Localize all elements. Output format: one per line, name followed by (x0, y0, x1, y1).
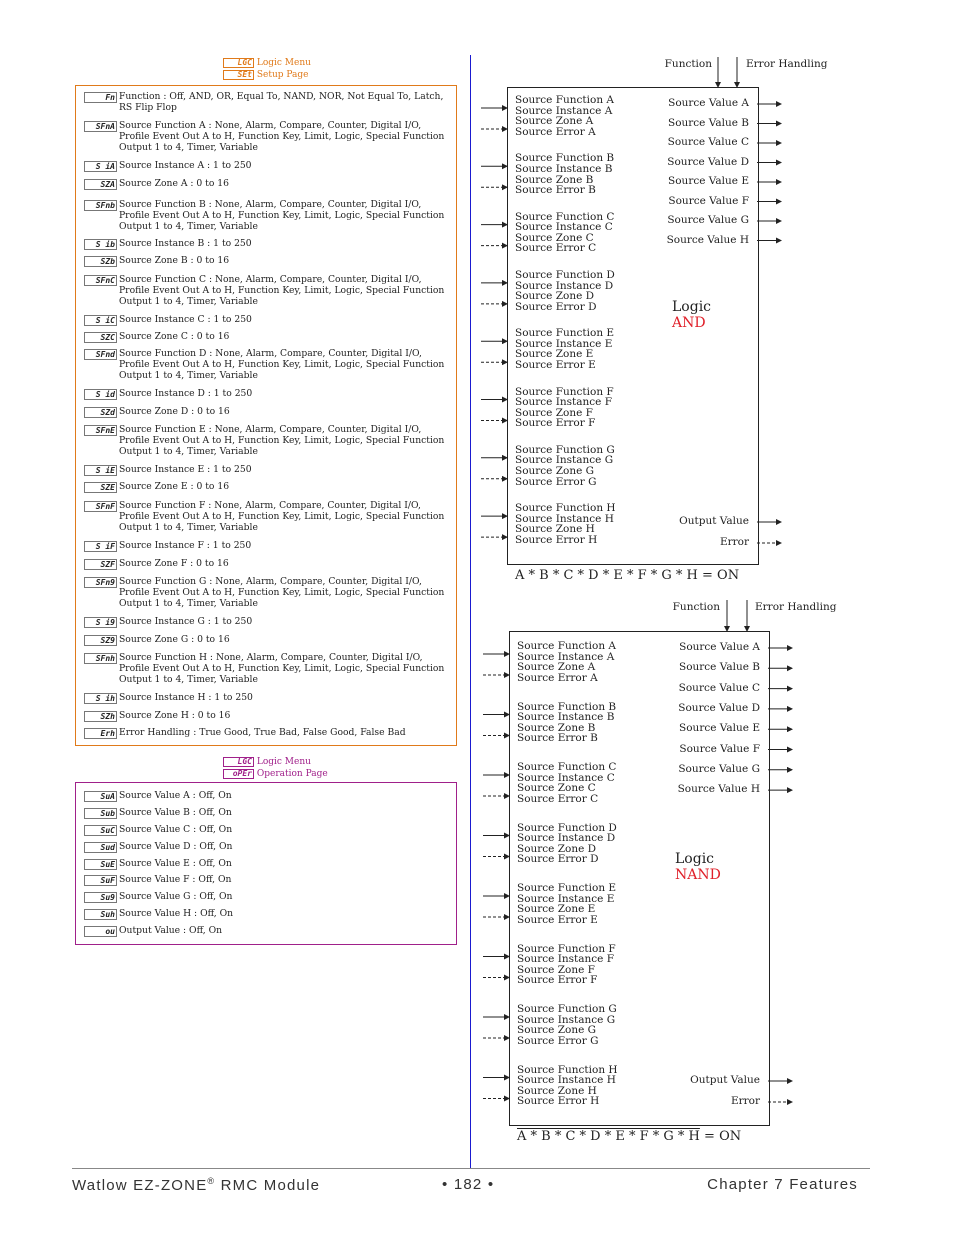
connector-arrows (483, 600, 793, 1105)
product-suffix: RMC Module (215, 1177, 321, 1194)
chapter-title: Chapter 7 Features (707, 1176, 858, 1193)
product-name: Watlow EZ-ZONE (72, 1177, 208, 1194)
footer-product: Watlow EZ-ZONE® RMC Module (72, 1176, 320, 1194)
footer-rule (72, 1168, 870, 1169)
page-number: • 182 • (442, 1176, 495, 1193)
